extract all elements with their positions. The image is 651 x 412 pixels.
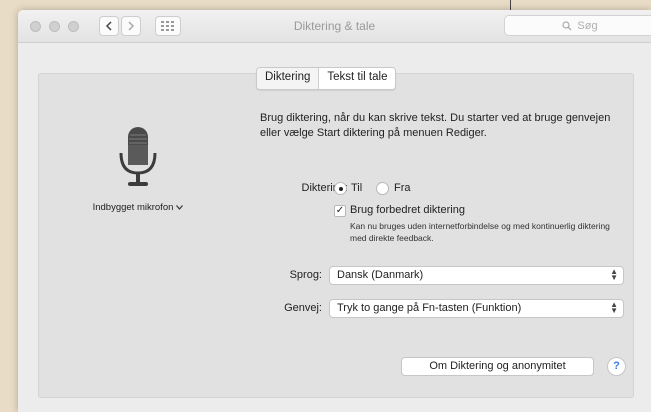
dictation-on-label: Til xyxy=(351,182,363,194)
microphone-label: Indbygget mikrofon xyxy=(92,202,174,213)
shortcut-select[interactable]: Tryk to gange på Fn-tasten (Funktion) ▲ ▼ xyxy=(329,299,624,318)
search-field[interactable]: Søg xyxy=(504,15,651,36)
enhanced-dictation-label: Brug forbedret diktering xyxy=(350,204,465,216)
preferences-window: Diktering & tale Søg Diktering Tekst til… xyxy=(18,10,651,412)
updown-arrows-icon: ▲ ▼ xyxy=(610,300,618,315)
enhanced-dictation-note: Kan nu bruges uden internetforbindelse o… xyxy=(350,221,610,243)
dictation-on-radio[interactable] xyxy=(334,182,347,195)
dictation-off-label: Fra xyxy=(394,182,411,194)
shortcut-label: Genvej: xyxy=(284,302,322,314)
enhanced-dictation-checkbox[interactable]: ✓ xyxy=(334,205,346,217)
shortcut-value: Tryk to gange på Fn-tasten (Funktion) xyxy=(337,302,522,314)
language-label: Sprog: xyxy=(289,269,322,281)
microphone-area: Indbygget mikrofon xyxy=(68,127,208,213)
tab-text-to-speech[interactable]: Tekst til tale xyxy=(319,68,396,89)
language-value: Dansk (Danmark) xyxy=(337,269,424,281)
microphone-selector[interactable]: Indbygget mikrofon xyxy=(68,202,208,213)
dictation-description: Brug diktering, når du kan skrive tekst.… xyxy=(260,112,611,139)
search-placeholder: Søg xyxy=(577,19,598,32)
help-button[interactable]: ? xyxy=(607,357,626,376)
desktop-edge-line xyxy=(510,0,511,10)
dictation-off-radio[interactable] xyxy=(376,182,389,195)
updown-arrows-icon: ▲ ▼ xyxy=(610,267,618,282)
tab-dictation[interactable]: Diktering xyxy=(257,68,320,89)
title-bar: Diktering & tale Søg xyxy=(18,10,651,43)
chevron-down-icon xyxy=(176,205,184,210)
microphone-icon xyxy=(119,127,157,186)
about-dictation-button[interactable]: Om Diktering og anonymitet xyxy=(401,357,594,376)
tab-bar: Diktering Tekst til tale xyxy=(256,67,397,90)
language-select[interactable]: Dansk (Danmark) ▲ ▼ xyxy=(329,266,624,285)
search-icon xyxy=(562,20,572,30)
